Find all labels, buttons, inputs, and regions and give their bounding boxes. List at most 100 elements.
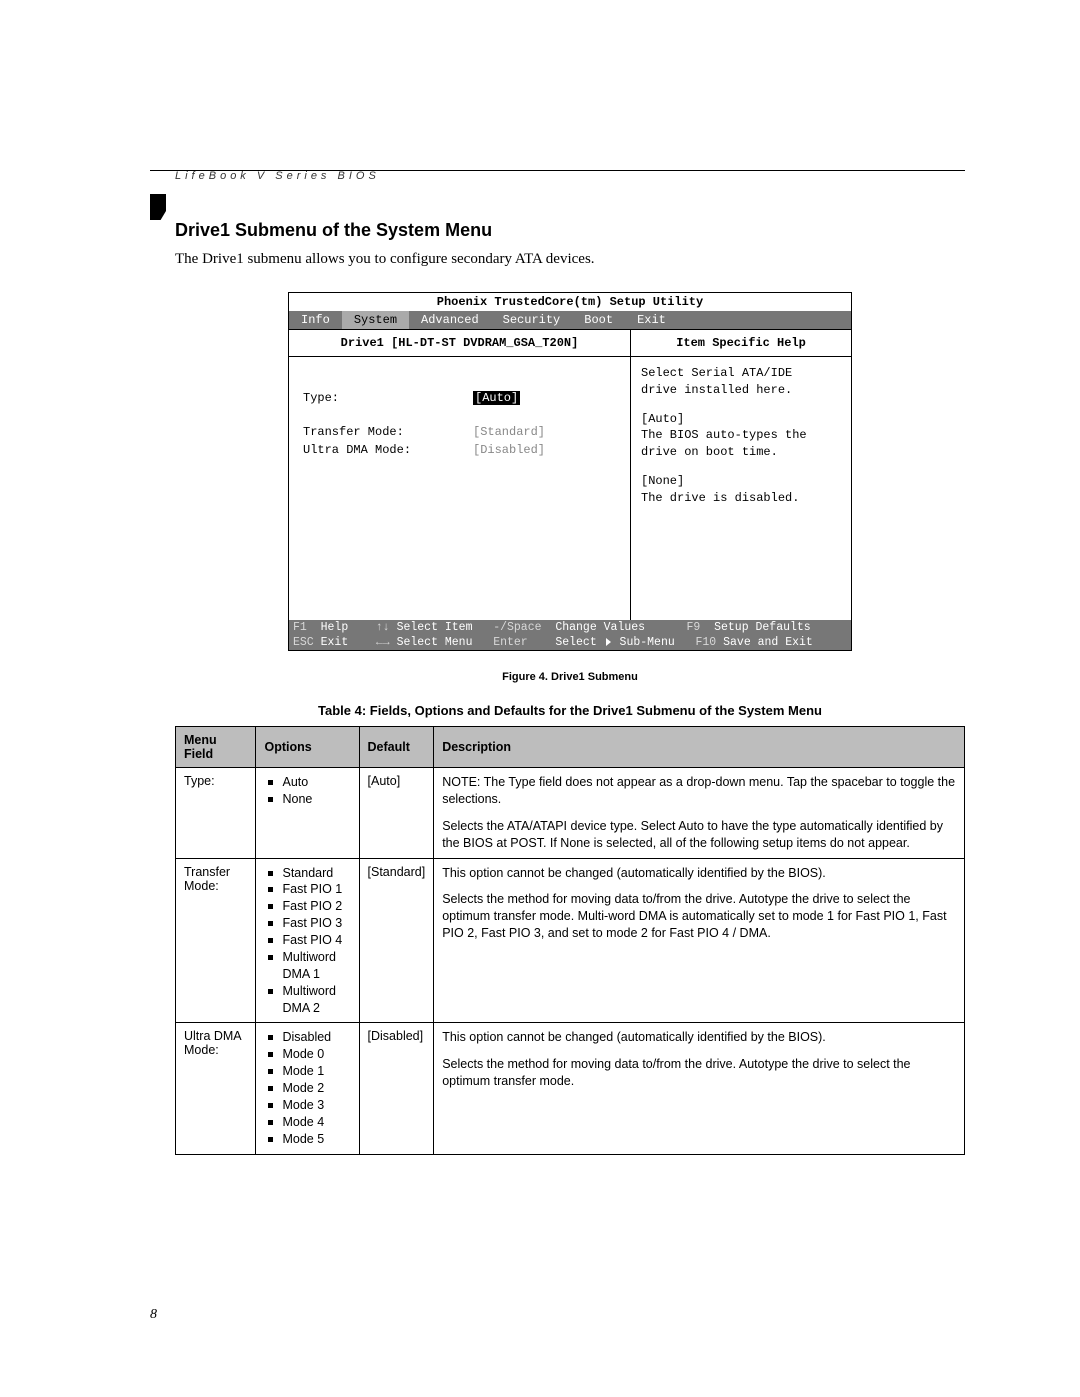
hotkey: ←→ <box>376 636 390 649</box>
list-item: Auto <box>278 774 350 791</box>
table-header: Options <box>256 727 359 768</box>
hotkey: F10 <box>695 636 716 649</box>
description-paragraph: This option cannot be changed (automatic… <box>442 865 956 882</box>
bios-tab-bar: InfoSystemAdvancedSecurityBootExit <box>289 311 851 329</box>
list-item: Fast PIO 1 <box>278 881 350 898</box>
list-item: Mode 2 <box>278 1080 350 1097</box>
hotkey: F9 <box>686 621 700 634</box>
cell-menu-field: Transfer Mode: <box>176 858 256 1023</box>
bios-help-title: Item Specific Help <box>631 330 851 357</box>
cell-default: [Disabled] <box>359 1023 434 1154</box>
section-lead: The Drive1 submenu allows you to configu… <box>175 251 965 268</box>
bios-field-value: [Standard] <box>473 425 545 439</box>
list-item: None <box>278 791 350 808</box>
bios-tab-system: System <box>342 311 409 329</box>
bios-figure: Phoenix TrustedCore(tm) Setup Utility In… <box>288 292 852 651</box>
table-header: Menu Field <box>176 727 256 768</box>
bios-field-value: [Auto] <box>473 391 520 405</box>
cell-description: NOTE: The Type field does not appear as … <box>434 768 965 859</box>
bios-help-line: [Auto] <box>641 411 841 428</box>
bios-field-label: Transfer Mode: <box>303 425 473 439</box>
bios-help-line: The BIOS auto-types the <box>641 427 841 444</box>
hotkey-label: Select Menu <box>397 636 473 649</box>
bios-tab-info: Info <box>289 311 342 329</box>
cell-options: AutoNone <box>256 768 359 859</box>
list-item: Mode 4 <box>278 1114 350 1131</box>
hotkey: F1 <box>293 621 307 634</box>
cell-options: StandardFast PIO 1Fast PIO 2Fast PIO 3Fa… <box>256 858 359 1023</box>
table-header: Default <box>359 727 434 768</box>
description-paragraph: NOTE: The Type field does not appear as … <box>442 774 956 808</box>
bios-footer-row-2: ESC Exit ←→ Select Menu Enter Select Sub… <box>289 635 851 650</box>
bios-body: Drive1 [HL-DT-ST DVDRAM_GSA_T20N] Type:[… <box>289 329 851 620</box>
hotkey: Enter <box>493 636 528 649</box>
bios-title: Phoenix TrustedCore(tm) Setup Utility <box>289 293 851 311</box>
bios-left-pane: Drive1 [HL-DT-ST DVDRAM_GSA_T20N] Type:[… <box>289 330 631 620</box>
list-item: Multiword DMA 2 <box>278 983 350 1017</box>
hotkey-label: Select Sub-Menu <box>555 636 674 649</box>
bios-help-body: Select Serial ATA/IDEdrive installed her… <box>641 365 841 507</box>
hotkey: -/Space <box>493 621 541 634</box>
list-item: Fast PIO 3 <box>278 915 350 932</box>
bios-field-row: Ultra DMA Mode:[Disabled] <box>303 443 616 457</box>
bios-tab-boot: Boot <box>572 311 625 329</box>
bios-field-value: [Disabled] <box>473 443 545 457</box>
bios-help-line: The drive is disabled. <box>641 490 841 507</box>
list-item: Mode 5 <box>278 1131 350 1148</box>
cell-menu-field: Type: <box>176 768 256 859</box>
list-item: Multiword DMA 1 <box>278 949 350 983</box>
list-item: Disabled <box>278 1029 350 1046</box>
description-paragraph: Selects the method for moving data to/fr… <box>442 1056 956 1090</box>
table-row: Transfer Mode:StandardFast PIO 1Fast PIO… <box>176 858 965 1023</box>
cell-menu-field: Ultra DMA Mode: <box>176 1023 256 1154</box>
cell-options: DisabledMode 0Mode 1Mode 2Mode 3Mode 4Mo… <box>256 1023 359 1154</box>
fields-table: Menu FieldOptionsDefaultDescription Type… <box>175 726 965 1155</box>
hotkey-label: Save and Exit <box>723 636 813 649</box>
bios-help-pane: Item Specific Help Select Serial ATA/IDE… <box>631 330 851 620</box>
list-item: Mode 3 <box>278 1097 350 1114</box>
document-page: LifeBook V Series BIOS Drive1 Submenu of… <box>0 0 1080 1397</box>
cell-description: This option cannot be changed (automatic… <box>434 1023 965 1154</box>
bios-tab-advanced: Advanced <box>409 311 491 329</box>
bios-footer-row-1: F1 Help ↑↓ Select Item -/Space Change Va… <box>289 620 851 635</box>
description-paragraph: Selects the ATA/ATAPI device type. Selec… <box>442 818 956 852</box>
bios-submenu-title: Drive1 [HL-DT-ST DVDRAM_GSA_T20N] <box>289 330 630 357</box>
hotkey-label: Setup Defaults <box>714 621 811 634</box>
list-item: Mode 1 <box>278 1063 350 1080</box>
bios-field-label: Ultra DMA Mode: <box>303 443 473 457</box>
bios-tab-security: Security <box>491 311 573 329</box>
hotkey-label: Select Item <box>397 621 473 634</box>
page-tab-decoration <box>150 194 166 220</box>
hotkey: ↑↓ <box>376 621 390 634</box>
description-paragraph: This option cannot be changed (automatic… <box>442 1029 956 1046</box>
list-item: Fast PIO 2 <box>278 898 350 915</box>
page-number: 8 <box>150 1307 157 1323</box>
list-item: Fast PIO 4 <box>278 932 350 949</box>
table-caption: Table 4: Fields, Options and Defaults fo… <box>175 703 965 718</box>
bios-field-row: Type:[Auto] <box>303 391 616 405</box>
bios-help-line: Select Serial ATA/IDE <box>641 365 841 382</box>
triangle-right-icon <box>606 638 611 646</box>
cell-default: [Auto] <box>359 768 434 859</box>
table-header: Description <box>434 727 965 768</box>
hotkey: ESC <box>293 636 314 649</box>
cell-default: [Standard] <box>359 858 434 1023</box>
bios-field-label: Type: <box>303 391 473 405</box>
list-item: Standard <box>278 865 350 882</box>
hotkey-label: Change Values <box>555 621 645 634</box>
table-row: Ultra DMA Mode:DisabledMode 0Mode 1Mode … <box>176 1023 965 1154</box>
bios-help-line: drive installed here. <box>641 382 841 399</box>
bios-fields: Type:[Auto]Transfer Mode:[Standard]Ultra… <box>289 357 630 457</box>
table-row: Type:AutoNone[Auto]NOTE: The Type field … <box>176 768 965 859</box>
bios-tab-exit: Exit <box>625 311 678 329</box>
section-title: Drive1 Submenu of the System Menu <box>175 220 965 241</box>
bios-help-line: [None] <box>641 473 841 490</box>
hotkey-label: Help <box>321 621 349 634</box>
cell-description: This option cannot be changed (automatic… <box>434 858 965 1023</box>
running-header: LifeBook V Series BIOS <box>175 170 380 182</box>
list-item: Mode 0 <box>278 1046 350 1063</box>
figure-caption: Figure 4. Drive1 Submenu <box>175 671 965 683</box>
bios-help-line <box>641 399 841 411</box>
bios-field-row: Transfer Mode:[Standard] <box>303 425 616 439</box>
bios-footer: F1 Help ↑↓ Select Item -/Space Change Va… <box>289 620 851 650</box>
